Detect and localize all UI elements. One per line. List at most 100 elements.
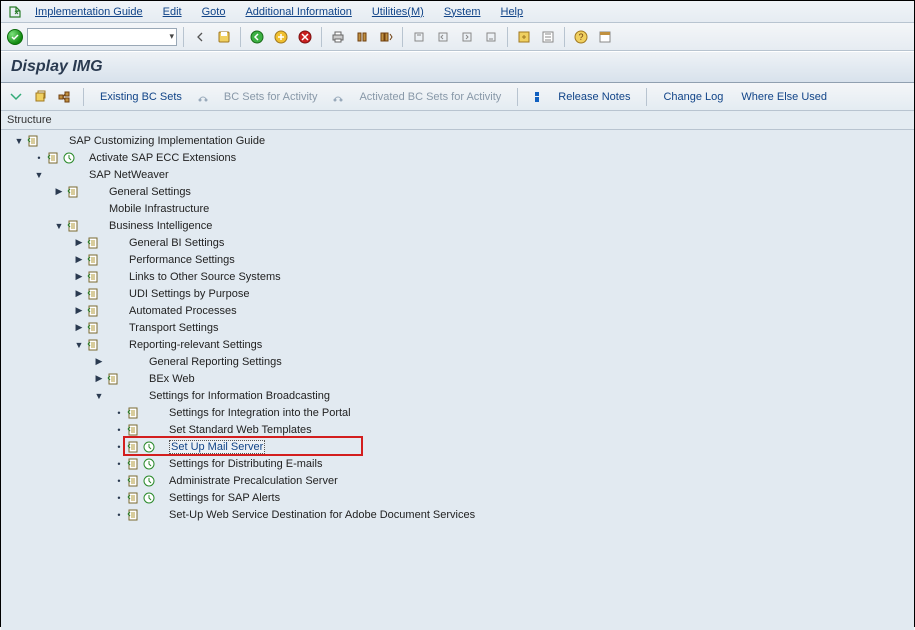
doc-icon[interactable]	[125, 405, 141, 421]
menu-help[interactable]: Help	[493, 4, 532, 20]
new-session-button[interactable]	[514, 27, 534, 47]
find-button[interactable]	[352, 27, 372, 47]
doc-icon[interactable]	[105, 371, 121, 387]
back-button[interactable]	[190, 27, 210, 47]
tree-row[interactable]: ▼ SAP NetWeaver	[1, 166, 914, 183]
tree-toggle[interactable]: ▼	[53, 220, 65, 232]
tree-label[interactable]: General Reporting Settings	[143, 356, 282, 368]
tree-row[interactable]: • Administrate Precalculation Server	[1, 472, 914, 489]
print-button[interactable]	[328, 27, 348, 47]
tree-toggle[interactable]: ▶	[73, 271, 85, 283]
tree-label[interactable]: BEx Web	[143, 373, 195, 385]
tree-row[interactable]: ▶UDI Settings by Purpose	[1, 285, 914, 302]
tree-row[interactable]: ▶ General Settings	[1, 183, 914, 200]
tree-row[interactable]: • Settings for SAP Alerts	[1, 489, 914, 506]
menu-goto[interactable]: Goto	[194, 4, 234, 20]
tree-label[interactable]: General Settings	[103, 186, 191, 198]
back-green-button[interactable]	[247, 27, 267, 47]
first-page-button[interactable]	[409, 27, 429, 47]
change-log-link[interactable]: Change Log	[657, 91, 729, 103]
cancel-button[interactable]	[295, 27, 315, 47]
exit-button[interactable]	[271, 27, 291, 47]
tree-toggle[interactable]: ▼	[73, 339, 85, 351]
activated-bc-sets-link[interactable]: Activated BC Sets for Activity	[353, 91, 507, 103]
doc-icon[interactable]	[125, 439, 141, 455]
doc-icon[interactable]	[85, 286, 101, 302]
expand-all-button[interactable]	[7, 88, 25, 106]
tree-row[interactable]: •Set Standard Web Templates	[1, 421, 914, 438]
doc-icon[interactable]	[85, 337, 101, 353]
find-next-button[interactable]	[376, 27, 396, 47]
tree-toggle[interactable]: •	[113, 492, 125, 504]
existing-bc-sets-link[interactable]: Existing BC Sets	[94, 91, 188, 103]
tree-row[interactable]: ▶Performance Settings	[1, 251, 914, 268]
tree-row[interactable]: ▼Business Intelligence	[1, 217, 914, 234]
prev-page-button[interactable]	[433, 27, 453, 47]
tree-toggle[interactable]: ▶	[73, 237, 85, 249]
tree-row[interactable]: •Set Up Mail Server	[1, 438, 914, 455]
tree-row[interactable]: ▶ BEx Web	[1, 370, 914, 387]
last-page-button[interactable]	[481, 27, 501, 47]
execute-icon[interactable]	[141, 473, 157, 489]
doc-icon[interactable]	[125, 490, 141, 506]
enter-button[interactable]	[7, 29, 23, 45]
tree-toggle[interactable]	[53, 203, 65, 215]
tree-row[interactable]: • Set-Up Web Service Destination for Adob…	[1, 506, 914, 523]
tree-toggle[interactable]: •	[33, 152, 45, 164]
tree-toggle[interactable]: ▶	[53, 186, 65, 198]
help-button[interactable]: ?	[571, 27, 591, 47]
tree-label[interactable]: Activate SAP ECC Extensions	[83, 152, 236, 164]
tree-row[interactable]: Mobile Infrastructure	[1, 200, 914, 217]
tree-toggle[interactable]: ▶	[93, 373, 105, 385]
tree-toggle[interactable]: ▶	[93, 356, 105, 368]
bc-sets-activity-link[interactable]: BC Sets for Activity	[218, 91, 324, 103]
tree-toggle[interactable]: ▼	[33, 169, 45, 181]
execute-icon[interactable]	[141, 490, 157, 506]
tree-toggle[interactable]: •	[113, 458, 125, 470]
tree-row[interactable]: ▶Transport Settings	[1, 319, 914, 336]
tree-label[interactable]: Settings for SAP Alerts	[163, 492, 280, 504]
tree-label[interactable]: Settings for Information Broadcasting	[143, 390, 330, 402]
doc-icon[interactable]	[125, 422, 141, 438]
where-else-used-link[interactable]: Where Else Used	[735, 91, 833, 103]
doc-icon[interactable]	[125, 507, 141, 523]
doc-icon[interactable]	[85, 252, 101, 268]
tree-label[interactable]: Administrate Precalculation Server	[163, 475, 338, 487]
tree-toggle[interactable]: ▶	[73, 288, 85, 300]
tree-toggle[interactable]: •	[113, 407, 125, 419]
doc-icon[interactable]	[65, 184, 81, 200]
tree-row[interactable]: ▼SAP Customizing Implementation Guide	[1, 132, 914, 149]
doc-icon[interactable]	[85, 303, 101, 319]
release-notes-link[interactable]: Release Notes	[552, 91, 636, 103]
tree-toggle[interactable]: •	[113, 509, 125, 521]
tree-label[interactable]: Automated Processes	[123, 305, 237, 317]
tree-label[interactable]: SAP Customizing Implementation Guide	[63, 135, 265, 147]
tree-label[interactable]: Links to Other Source Systems	[123, 271, 281, 283]
tree-row[interactable]: ▶ General Reporting Settings	[1, 353, 914, 370]
save-button[interactable]	[214, 27, 234, 47]
doc-icon[interactable]	[85, 320, 101, 336]
menu-system[interactable]: System	[436, 4, 489, 20]
tree-label[interactable]: Reporting-relevant Settings	[123, 339, 262, 351]
execute-icon[interactable]	[141, 456, 157, 472]
tree-label[interactable]: SAP NetWeaver	[83, 169, 169, 181]
doc-icon[interactable]	[25, 133, 41, 149]
command-field[interactable]: ▾	[27, 28, 177, 46]
add-node-button[interactable]	[31, 88, 49, 106]
create-shortcut-button[interactable]	[538, 27, 558, 47]
tree-toggle[interactable]: ▶	[73, 322, 85, 334]
layout-button[interactable]	[595, 27, 615, 47]
menu-utilities[interactable]: Utilities(M)	[364, 4, 432, 20]
tree-label[interactable]: Mobile Infrastructure	[103, 203, 209, 215]
menu-implementation-guide[interactable]: Implementation Guide	[27, 4, 151, 20]
tree-row[interactable]: ▼ Reporting-relevant Settings	[1, 336, 914, 353]
tree-label[interactable]: Set-Up Web Service Destination for Adobe…	[163, 509, 475, 521]
tree-row[interactable]: • Activate SAP ECC Extensions	[1, 149, 914, 166]
tree-label[interactable]: Set Standard Web Templates	[163, 424, 312, 436]
tree-toggle[interactable]: ▶	[73, 254, 85, 266]
tree-label[interactable]: Settings for Distributing E-mails	[163, 458, 322, 470]
doc-icon[interactable]	[45, 150, 61, 166]
menu-additional-information[interactable]: Additional Information	[237, 4, 359, 20]
tree-toggle[interactable]: •	[113, 475, 125, 487]
tree-row[interactable]: ▼Settings for Information Broadcasting	[1, 387, 914, 404]
